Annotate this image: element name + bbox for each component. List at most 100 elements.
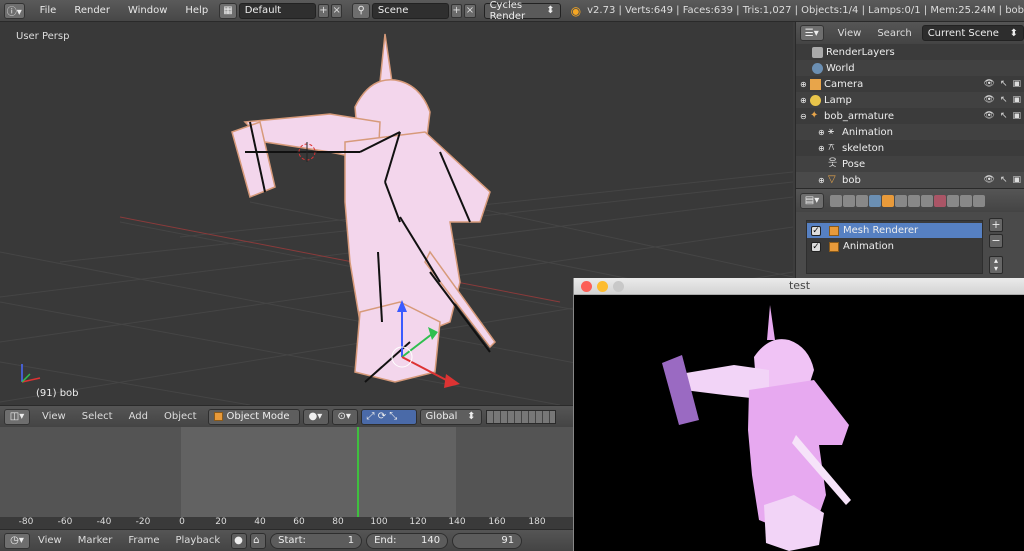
render-camera-icon[interactable]: ▣ <box>1012 95 1021 105</box>
expand-icon[interactable]: ⊕ <box>818 176 828 185</box>
tl-menu-frame[interactable]: Frame <box>120 535 167 546</box>
vp-menu-object[interactable]: Object <box>156 411 205 422</box>
cursor-select-icon[interactable]: ↖ <box>1000 175 1008 185</box>
layout-selector[interactable]: Default <box>238 2 316 19</box>
add-layout-button[interactable]: + <box>317 3 330 18</box>
component-item-animation[interactable]: ✓ Animation <box>807 239 982 254</box>
checkbox-checked[interactable]: ✓ <box>811 241 821 252</box>
tl-menu-marker[interactable]: Marker <box>70 535 121 546</box>
eye-icon[interactable]: 👁 <box>984 95 995 105</box>
physics-tab-icon[interactable] <box>973 194 985 207</box>
remove-component-button[interactable]: − <box>989 234 1003 248</box>
object-tab-icon[interactable] <box>882 194 894 207</box>
eye-icon[interactable]: 👁 <box>984 175 995 185</box>
cursor-select-icon[interactable]: ↖ <box>1000 79 1008 89</box>
outliner-item-camera[interactable]: ⊕ Camera 👁 ↖ ▣ <box>796 76 1024 92</box>
tl-menu-view[interactable]: View <box>30 535 70 546</box>
outliner-item-skeleton[interactable]: ⊕ ⚻ skeleton <box>796 140 1024 156</box>
outliner-item-bob[interactable]: ⊕ ▽ bob 👁 ↖ ▣ <box>796 172 1024 188</box>
expand-icon[interactable]: ⊕ <box>800 96 810 105</box>
outliner-menu-search[interactable]: Search <box>869 28 919 39</box>
editor-type-outliner-icon[interactable]: ☰▾ <box>800 25 824 41</box>
render-engine-dropdown[interactable]: Cycles Render ⬍ <box>483 0 561 22</box>
eye-icon[interactable]: 👁 <box>984 79 995 89</box>
checkbox-checked[interactable]: ✓ <box>811 225 821 236</box>
timeline-ruler[interactable]: -80 -60 -40 -20 0 20 40 60 80 100 120 14… <box>0 517 573 529</box>
outliner-item-bob-armature[interactable]: ⊖ ✦ bob_armature 👁 ↖ ▣ <box>796 108 1024 124</box>
x-axis-line <box>119 216 561 303</box>
outliner-item-world[interactable]: World <box>796 60 1024 76</box>
tl-menu-playback[interactable]: Playback <box>167 535 228 546</box>
record-keyframe-button[interactable]: ● <box>231 532 248 549</box>
menu-file[interactable]: File <box>31 5 66 16</box>
vp-menu-view[interactable]: View <box>34 411 74 422</box>
outliner-item-lamp[interactable]: ⊕ Lamp 👁 ↖ ▣ <box>796 92 1024 108</box>
modifiers-tab-icon[interactable] <box>908 194 920 207</box>
expand-icon[interactable]: ⊕ <box>818 144 828 153</box>
expand-icon[interactable]: ⊕ <box>818 128 828 137</box>
expand-icon[interactable]: ⊕ <box>800 80 810 89</box>
menu-help[interactable]: Help <box>176 5 217 16</box>
scene-icon[interactable]: ⚲ <box>352 2 370 19</box>
outliner-menu-view[interactable]: View <box>830 28 870 39</box>
add-scene-button[interactable]: + <box>450 3 463 18</box>
scene-tab-icon[interactable] <box>856 194 868 207</box>
preview-range-toggle[interactable]: ⌂ <box>250 532 267 549</box>
screen-layout-icon[interactable]: ▦ <box>219 2 237 19</box>
outliner-display-value: Current Scene <box>927 27 999 39</box>
menu-render[interactable]: Render <box>65 5 119 16</box>
render-camera-icon[interactable]: ▣ <box>1012 111 1021 121</box>
delete-layout-button[interactable]: × <box>331 3 343 18</box>
eye-icon[interactable]: 👁 <box>984 111 995 121</box>
component-list[interactable]: ✓ Mesh Renderer ✓ Animation <box>806 220 983 274</box>
current-frame-marker[interactable] <box>357 427 359 517</box>
data-tab-icon[interactable] <box>921 194 933 207</box>
editor-type-info-icon[interactable]: ⓘ▾ <box>4 2 25 19</box>
cursor-select-icon[interactable]: ↖ <box>1000 95 1008 105</box>
window-title-bar[interactable]: test <box>574 278 1024 295</box>
editor-type-timeline-icon[interactable]: ◷▾ <box>4 532 30 549</box>
timeline-area[interactable] <box>0 427 573 517</box>
bob-mesh[interactable] <box>231 33 496 383</box>
vp-menu-select[interactable]: Select <box>74 411 121 422</box>
layer-buttons[interactable] <box>485 409 556 424</box>
delete-scene-button[interactable]: × <box>464 3 476 18</box>
render-camera-icon[interactable]: ▣ <box>1012 175 1021 185</box>
test-render-window[interactable]: test <box>573 278 1024 551</box>
manipulator-toggle[interactable]: ⤢ ⟳ ⤡ <box>360 408 417 425</box>
end-frame-field[interactable]: End: 140 <box>366 532 449 549</box>
world-tab-icon[interactable] <box>869 194 881 207</box>
shading-dropdown[interactable]: ●▾ <box>302 408 329 425</box>
constraints-tab-icon[interactable] <box>895 194 907 207</box>
particles-tab-icon[interactable] <box>960 194 972 207</box>
move-component-button[interactable]: ▴ ▾ <box>989 256 1003 274</box>
collapse-icon[interactable]: ⊖ <box>800 112 810 121</box>
tick-label: 120 <box>409 517 427 527</box>
orientation-value: Global <box>425 411 458 422</box>
outliner-item-animation[interactable]: ⊕ ⚹ Animation <box>796 124 1024 140</box>
vp-menu-add[interactable]: Add <box>121 411 156 422</box>
cursor-select-icon[interactable]: ↖ <box>1000 111 1008 121</box>
render-camera-icon[interactable]: ▣ <box>1012 79 1021 89</box>
blender-logo-icon: ◉ <box>570 3 582 18</box>
add-component-button[interactable]: + <box>989 218 1003 232</box>
render-tab-icon[interactable] <box>830 194 842 207</box>
outliner-item-pose[interactable]: 웃 Pose <box>796 156 1024 172</box>
start-frame-field[interactable]: Start: 1 <box>270 532 363 549</box>
current-frame-field[interactable]: 91 <box>452 532 523 549</box>
scene-selector[interactable]: Scene <box>371 2 449 19</box>
texture-tab-icon[interactable] <box>947 194 959 207</box>
editor-type-properties-icon[interactable]: ▤▾ <box>800 192 824 209</box>
properties-context-tabs[interactable] <box>830 194 986 207</box>
transform-orientation-dropdown[interactable]: Global ⬍ <box>419 408 482 425</box>
outliner-display-dropdown[interactable]: Current Scene ⬍ <box>921 25 1024 41</box>
layers-tab-icon[interactable] <box>843 194 855 207</box>
component-item-mesh-renderer[interactable]: ✓ Mesh Renderer <box>807 223 982 238</box>
material-tab-icon[interactable] <box>934 194 946 207</box>
component-cube-icon <box>829 225 839 236</box>
interaction-mode-dropdown[interactable]: Object Mode <box>207 408 300 425</box>
outliner-item-renderlayers[interactable]: RenderLayers <box>796 44 1024 60</box>
editor-type-3dview-icon[interactable]: ◫▾ <box>4 408 30 425</box>
pivot-dropdown[interactable]: ⊙▾ <box>331 408 358 425</box>
menu-window[interactable]: Window <box>119 5 176 16</box>
